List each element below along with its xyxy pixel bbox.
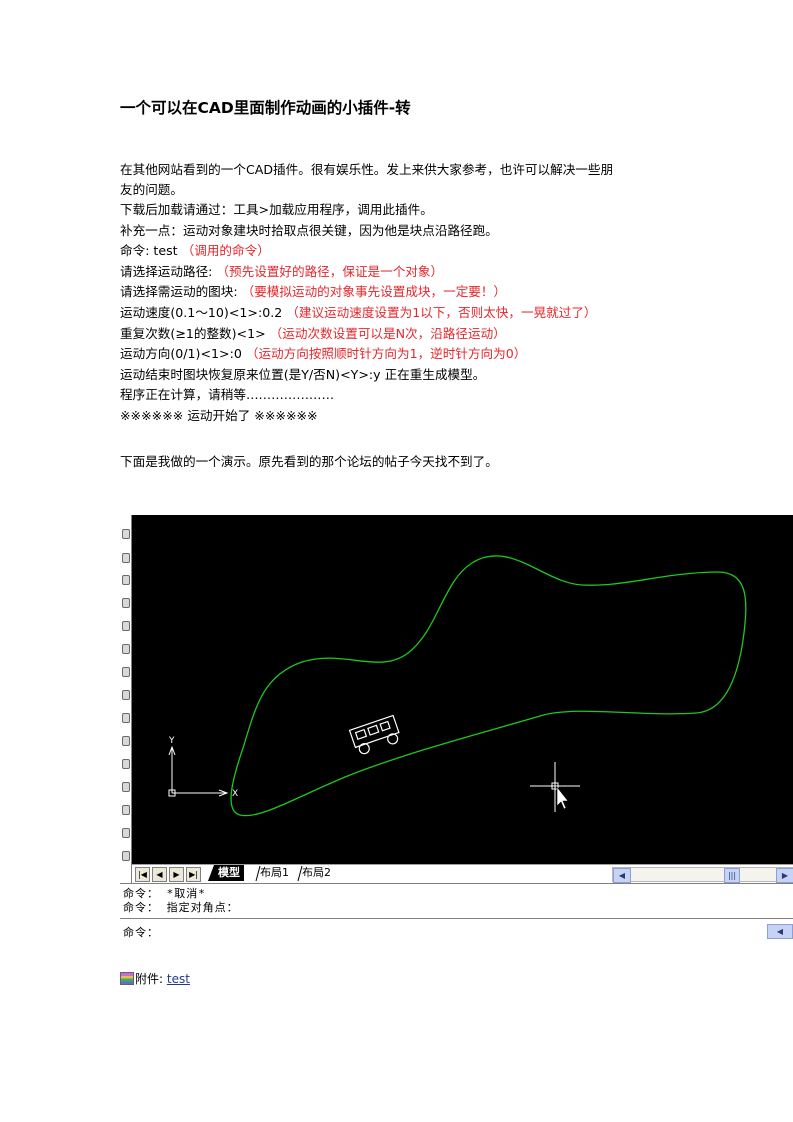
article-title: 一个可以在CAD里面制作动画的小插件-转	[120, 99, 411, 117]
last-tab-button[interactable]: ▶|	[186, 867, 201, 882]
instruction-line: 程序正在计算，请稍等…………………	[120, 387, 335, 403]
command-input[interactable]: 命令：	[123, 926, 159, 939]
toolbar-icon[interactable]	[122, 805, 130, 815]
instruction-line: 运动速度(0.1～10)<1>:0.2 （建议运动速度设置为1以下，否则太快，一…	[120, 304, 597, 320]
intro-line: 友的问题。	[120, 182, 183, 197]
tab-model[interactable]: 模型	[214, 865, 244, 881]
axis-y-label: Y	[168, 736, 175, 746]
toolbar-icon[interactable]	[122, 713, 130, 723]
pointer-arrow-icon	[556, 786, 569, 810]
toolbar-icon[interactable]	[122, 667, 130, 677]
vehicle-block	[348, 714, 400, 755]
toolbar-icon[interactable]	[122, 851, 130, 861]
cad-drawing-area[interactable]: Y X	[132, 515, 793, 864]
intro-line: 在其他网站看到的一个CAD插件。很有娱乐性。发上来供大家参考，也许可以解决一些朋	[120, 162, 614, 177]
command-divider	[120, 918, 793, 919]
command-history-line: 命令： *取消*	[123, 887, 206, 900]
command-window: 命令： *取消* 命令： 指定对角点： 命令： ◀	[120, 883, 793, 944]
motion-path	[230, 555, 747, 817]
toolbar-icon[interactable]	[122, 553, 130, 563]
toolbar-icon[interactable]	[122, 529, 130, 539]
instruction-line: 请选择运动路径: （预先设置好的路径，保证是一个对象）	[120, 263, 444, 279]
instruction-line: 请选择需运动的图块: （要模拟运动的对象事先设置成块，一定要！）	[120, 284, 507, 300]
toolbar-icon[interactable]	[122, 828, 130, 838]
tab-dividers	[255, 865, 303, 881]
instruction-line: 重复次数(≥1的整数)<1> （运动次数设置可以是N次，沿路径运动）	[120, 325, 506, 341]
toolbar-icon[interactable]	[122, 736, 130, 746]
toolbar-icon[interactable]	[122, 644, 130, 654]
first-tab-button[interactable]: |◀	[135, 867, 150, 882]
command-history-line: 命令： 指定对角点：	[123, 901, 239, 914]
toolbar-icon[interactable]	[122, 782, 130, 792]
instruction-line: 命令: test （调用的命令）	[120, 243, 270, 259]
cad-screenshot: Y X |◀ ◀ ▶ ▶| 模型 布局1 布局2 ◀ ||| ▶ 命令： *取消…	[120, 515, 793, 944]
archive-icon	[120, 972, 134, 985]
scroll-left-icon[interactable]: ◀	[613, 868, 631, 883]
instruction-line: 下载后加载请通过：工具>加载应用程序，调用此插件。	[120, 202, 433, 217]
crosshair-cursor	[530, 762, 580, 812]
layout-tab-bar: |◀ ◀ ▶ ▶| 模型 布局1 布局2 ◀ ||| ▶	[132, 864, 793, 883]
toolbar-icon[interactable]	[122, 690, 130, 700]
instruction-line: 补充一点：运动对象建块时拾取点很关键，因为他是块点沿路径跑。	[120, 222, 498, 238]
instruction-line: 运动方向(0/1)<1>:0 （运动方向按照顺时针方向为1，逆时针方向为0）	[120, 346, 527, 362]
attachment-link[interactable]: test	[167, 972, 190, 986]
instruction-line: 运动结束时图块恢复原来位置(是Y/否N)<Y>:y 正在重生成模型。	[120, 366, 486, 382]
toolbar-icon[interactable]	[122, 575, 130, 585]
attachment-label: 附件:	[135, 972, 167, 986]
toolbar-icon[interactable]	[122, 598, 130, 608]
scroll-right-icon[interactable]: ▶	[776, 868, 793, 883]
intro-paragraph: 在其他网站看到的一个CAD插件。很有娱乐性。发上来供大家参考，也许可以解决一些朋…	[120, 160, 613, 200]
scroll-thumb[interactable]: |||	[724, 868, 740, 883]
attachment: 附件: test	[120, 970, 190, 987]
prev-tab-button[interactable]: ◀	[152, 867, 167, 882]
command-scroll-left-icon[interactable]: ◀	[767, 924, 793, 939]
cad-toolbar	[120, 515, 132, 944]
demo-text: 下面是我做的一个演示。原先看到的那个论坛的帖子今天找不到了。	[120, 454, 498, 469]
instruction-lines: 下载后加载请通过：工具>加载应用程序，调用此插件。 补充一点：运动对象建块时拾取…	[120, 200, 597, 427]
toolbar-icon[interactable]	[122, 759, 130, 769]
ucs-icon	[168, 745, 229, 797]
instruction-line: ※※※※※※ 运动开始了 ※※※※※※	[120, 407, 318, 423]
axis-x-label: X	[232, 789, 238, 799]
next-tab-button[interactable]: ▶	[169, 867, 184, 882]
toolbar-icon[interactable]	[122, 621, 130, 631]
horizontal-scrollbar[interactable]: ◀ ||| ▶	[612, 867, 793, 883]
